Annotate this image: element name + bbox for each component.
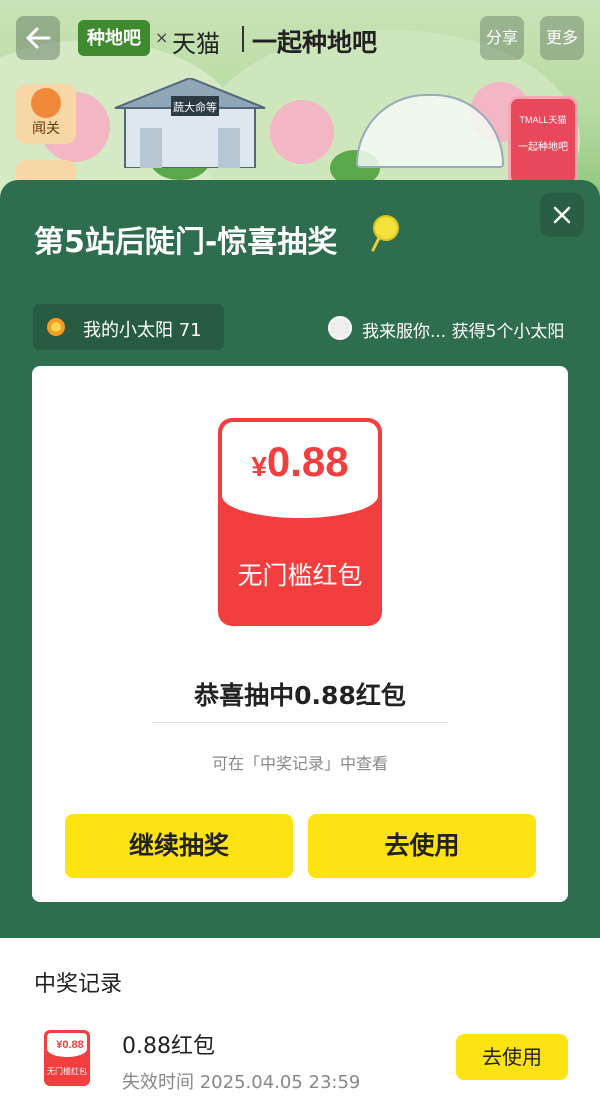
coupon-amount: ¥0.88 [222,438,378,486]
house-sign-text: 蔬大命等 [173,100,217,114]
prize-divider [152,722,448,723]
back-button[interactable] [16,16,60,60]
brand-cross: × [155,28,169,47]
sun-balance-text: 我的小太阳 71 [83,316,202,342]
close-icon [553,206,571,224]
tree-shape [270,100,334,164]
currency-symbol: ¥ [251,451,267,482]
use-coupon-button[interactable]: 去使用 [308,814,536,878]
coupon-label: 无门槛红包 [237,561,363,590]
record-coupon-thumbnail: ¥0.88 无门槛红包 [44,1030,90,1086]
side-pass-label: 闻关 [32,121,60,137]
close-button[interactable] [540,193,584,237]
brand-logo: 种地吧 [78,20,150,56]
tmall-brand: 天猫 [172,30,220,58]
top-bar: 种地吧 × 天猫 一起种地吧 分享 更多 [0,14,600,64]
sun-balance-label: 我的小太阳 [83,320,173,341]
pin-icon [371,215,399,252]
records-title: 中奖记录 [34,972,123,997]
modal-title: 第5站后陡门-惊喜抽奖 [34,225,338,260]
record-use-button[interactable]: 去使用 [456,1034,568,1080]
prize-message: 恭喜抽中0.88红包 [194,681,406,710]
record-thumb-top: ¥0.88 [47,1033,87,1057]
continue-draw-button[interactable]: 继续抽奖 [65,814,293,878]
character-face-icon [31,88,61,118]
more-button[interactable]: 更多 [540,16,584,60]
share-button[interactable]: 分享 [480,16,524,60]
record-thumb-label: 无门槛红包 [47,1067,87,1076]
tmall-sign: TMALL天猫 一起种地吧 [508,96,578,186]
prize-card: ¥0.88 无门槛红包 恭喜抽中0.88红包 可在「中奖记录」中查看 继续抽奖 … [32,366,568,902]
page-title: 一起种地吧 [252,28,378,57]
tmall-sign-text: TMALL天猫 [519,115,567,125]
avatar [328,316,352,340]
record-expiry: 失效时间 2025.04.05 23:59 [122,1072,361,1093]
lottery-modal: 第5站后陡门-惊喜抽奖 我的小太阳 71 我来服你... 获得5个小太阳 ¥0.… [0,180,600,940]
back-arrow-icon [25,27,51,49]
side-pass-icon[interactable]: 闻关 [16,84,76,144]
coupon-top: ¥0.88 [222,422,378,518]
brand-divider [242,26,244,52]
station-house-illustration: 蔬大命等 [114,78,266,168]
winner-broadcast-text: 我来服你... 获得5个小太阳 [362,322,565,342]
sun-balance-count: 71 [178,320,202,341]
coupon-amount-value: 0.88 [266,438,349,485]
sun-balance-badge: 我的小太阳 71 [33,304,224,350]
prize-hint: 可在「中奖记录」中查看 [211,754,388,773]
red-packet-coupon: ¥0.88 无门槛红包 [218,418,382,626]
tmall-sign-subtext: 一起种地吧 [518,142,568,153]
record-thumb-amount: ¥0.88 [56,1039,84,1051]
sun-icon [47,318,65,336]
record-name: 0.88红包 [122,1034,215,1059]
winning-records: 中奖记录 ¥0.88 无门槛红包 0.88红包 失效时间 2025.04.05 … [0,938,600,1111]
